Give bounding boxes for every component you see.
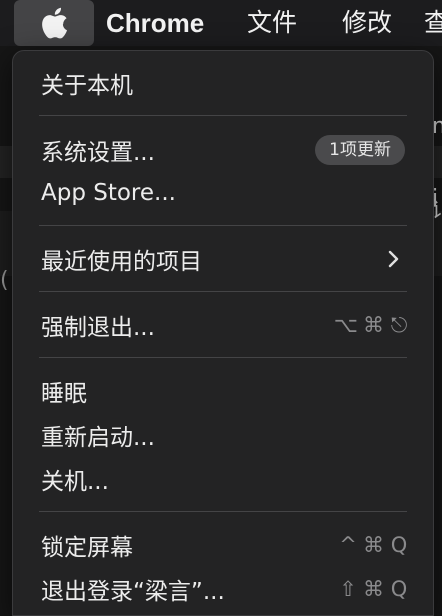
menu-item-label: 关于本机 — [41, 73, 133, 99]
menu-item-label: 锁定屏幕 — [41, 535, 133, 561]
menu-separator — [39, 225, 407, 226]
menubar-view[interactable]: 查 — [424, 0, 442, 46]
menu-item-label: 重新启动... — [41, 425, 155, 451]
keyboard-shortcut: ⇧ ⌘ Q — [338, 569, 409, 609]
menu-item-about[interactable]: 关于本机 — [27, 63, 419, 103]
menu-item-label: App Store... — [41, 180, 176, 206]
menubar-app-name[interactable]: Chrome — [106, 0, 204, 46]
background-text: ( — [0, 268, 9, 293]
menu-separator — [39, 357, 407, 358]
menu-item-label: 强制退出... — [41, 315, 155, 341]
menubar-file[interactable]: 文件 — [247, 0, 297, 46]
q-key: Q — [390, 577, 408, 601]
menu-item-shutdown[interactable]: 关机... — [27, 459, 419, 499]
q-key: Q — [390, 533, 408, 557]
menu-item-restart[interactable]: 重新启动... — [27, 415, 419, 455]
menubar-edit[interactable]: 修改 — [342, 0, 392, 46]
menu-item-force-quit[interactable]: 强制退出... ⌥ ⌘ ⎋ — [27, 305, 419, 345]
menu-item-label: 最近使用的项目 — [41, 249, 202, 275]
option-key-icon: ⌥ — [333, 313, 358, 337]
chevron-right-icon — [388, 250, 399, 268]
keyboard-shortcut: ⌥ ⌘ ⎋ — [334, 305, 409, 345]
menu-item-app-store[interactable]: App Store... — [27, 173, 419, 213]
keyboard-shortcut: ^ ⌘ Q — [338, 525, 409, 565]
menu-item-sleep[interactable]: 睡眠 — [27, 371, 419, 411]
menu-item-system-settings[interactable]: 系统设置... 1项更新 — [27, 130, 419, 170]
command-key-icon: ⌘ — [363, 577, 384, 601]
apple-logo-icon — [42, 7, 67, 39]
menu-separator — [39, 511, 407, 512]
menu-bar: Chrome 文件 修改 查 — [0, 0, 442, 46]
update-badge: 1项更新 — [315, 135, 405, 165]
menu-item-label: 关机... — [41, 469, 109, 495]
menu-item-label: 睡眠 — [41, 381, 87, 407]
menu-item-label: 系统设置... — [41, 140, 155, 166]
apple-menu-dropdown: 关于本机 系统设置... 1项更新 App Store... 最近使用的项目 强… — [12, 50, 434, 616]
command-key-icon: ⌘ — [363, 313, 384, 337]
menu-separator — [39, 115, 407, 116]
menu-item-label: 退出登录“梁言”... — [41, 579, 225, 605]
shift-key-icon: ⇧ — [339, 577, 357, 601]
menu-item-lock-screen[interactable]: 锁定屏幕 ^ ⌘ Q — [27, 525, 419, 565]
command-key-icon: ⌘ — [363, 533, 384, 557]
menu-separator — [39, 291, 407, 292]
apple-menu-button[interactable] — [14, 0, 94, 46]
escape-key-icon: ⎋ — [390, 312, 408, 337]
menu-item-logout[interactable]: 退出登录“梁言”... ⇧ ⌘ Q — [27, 569, 419, 609]
control-key-icon: ^ — [339, 533, 357, 557]
menu-item-recent-items[interactable]: 最近使用的项目 — [27, 239, 419, 279]
